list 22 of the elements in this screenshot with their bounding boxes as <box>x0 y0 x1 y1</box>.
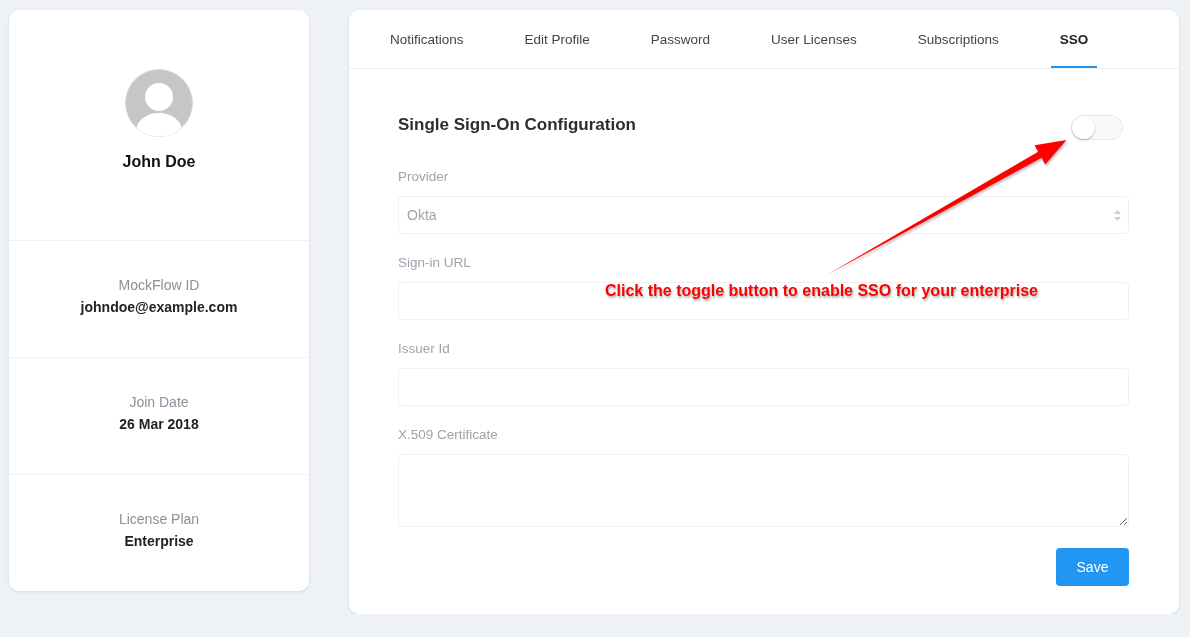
up-down-arrows-icon <box>1114 209 1121 221</box>
detail-label: Join Date <box>129 393 189 412</box>
detail-label: MockFlow ID <box>118 276 200 295</box>
detail-value: 26 Mar 2018 <box>119 415 199 434</box>
tab[interactable]: Password <box>641 10 720 68</box>
tab[interactable]: Edit Profile <box>515 10 599 68</box>
tab[interactable]: User Licenses <box>762 10 866 68</box>
sso-toggle-switch[interactable] <box>1071 114 1123 140</box>
field-label: Provider <box>398 168 449 186</box>
person-silhouette-icon <box>125 69 193 137</box>
tab[interactable]: Subscriptions <box>908 10 1008 68</box>
detail-value: Enterprise <box>124 532 194 551</box>
field-label: Issuer Id <box>398 340 450 358</box>
tab[interactable]: Notifications <box>381 10 473 68</box>
annotation-text: Click the toggle button to enable SSO for your enterprise <box>605 281 1038 301</box>
detail-label: License Plan <box>118 510 200 529</box>
user-name: John Doe <box>122 152 196 172</box>
field-label: Sign-in URL <box>398 254 471 272</box>
section-title: Single Sign-On Configuration <box>398 114 636 136</box>
field-label: X.509 Certificate <box>398 426 498 444</box>
tab[interactable]: SSO <box>1050 10 1098 68</box>
detail-value: johndoe@example.com <box>80 298 238 317</box>
